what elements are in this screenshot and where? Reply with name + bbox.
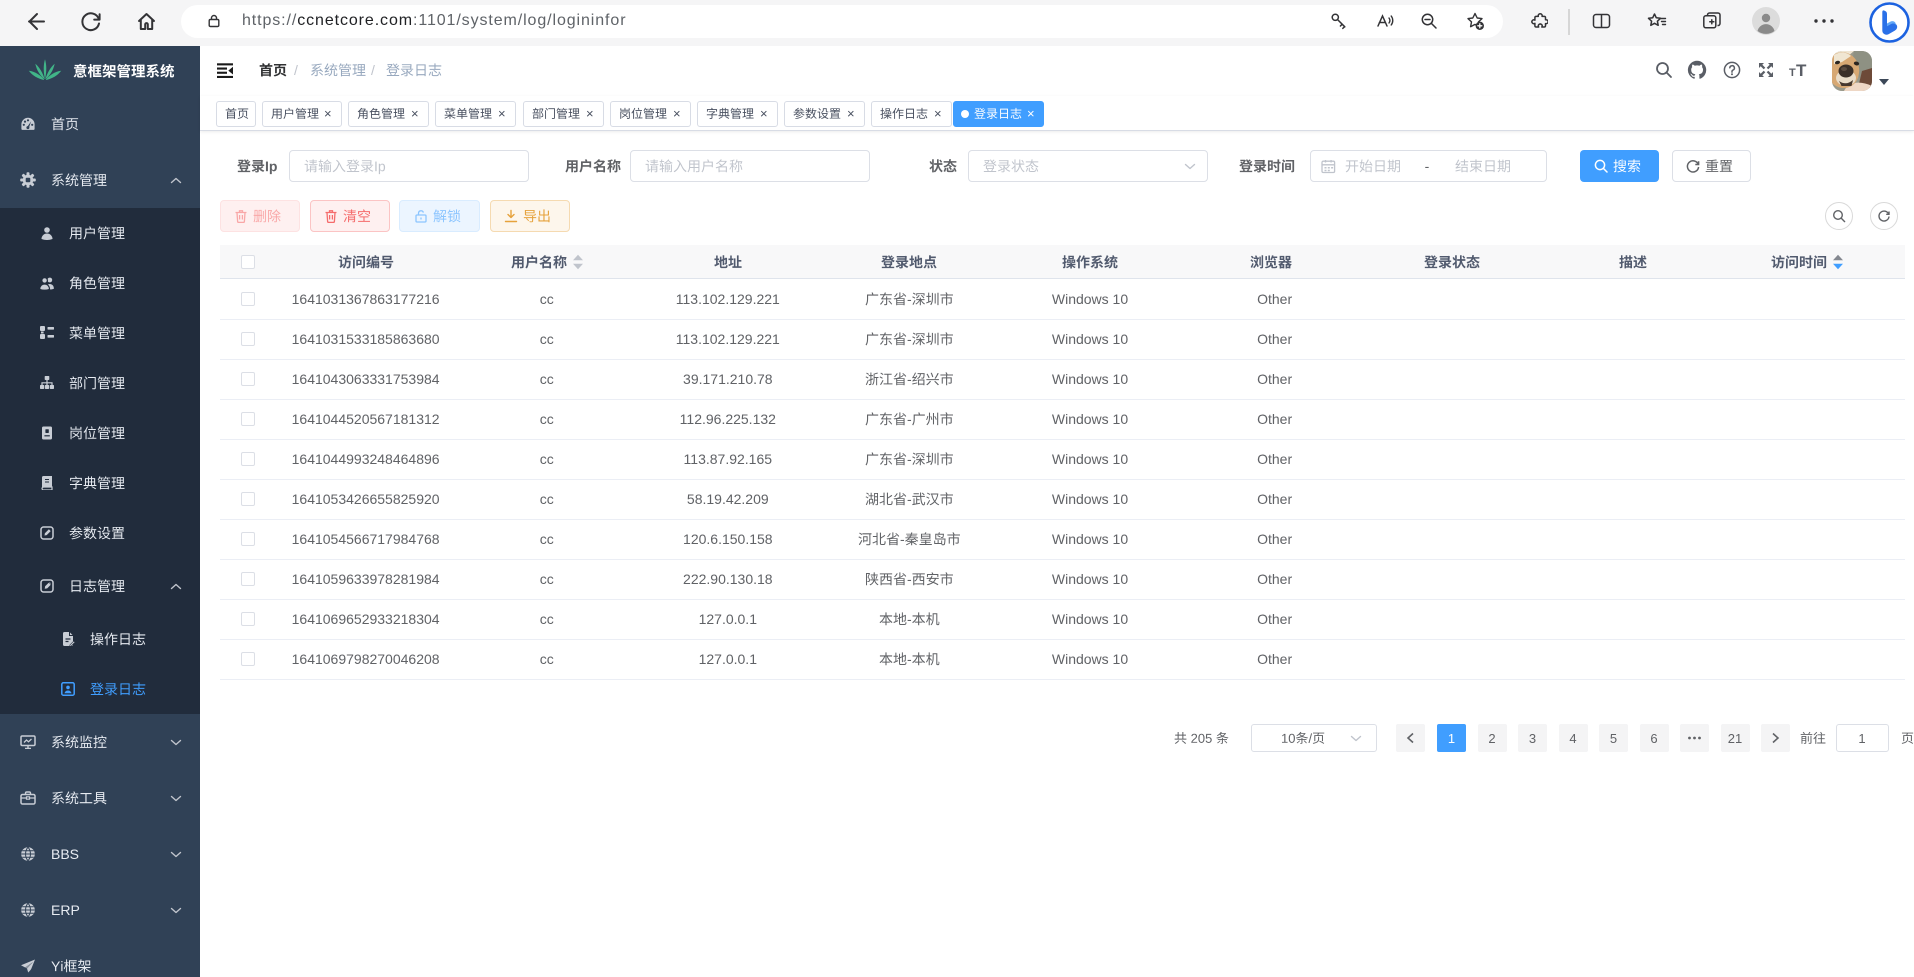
svg-text:T: T [1789, 67, 1796, 79]
svg-text:T: T [1796, 61, 1807, 79]
